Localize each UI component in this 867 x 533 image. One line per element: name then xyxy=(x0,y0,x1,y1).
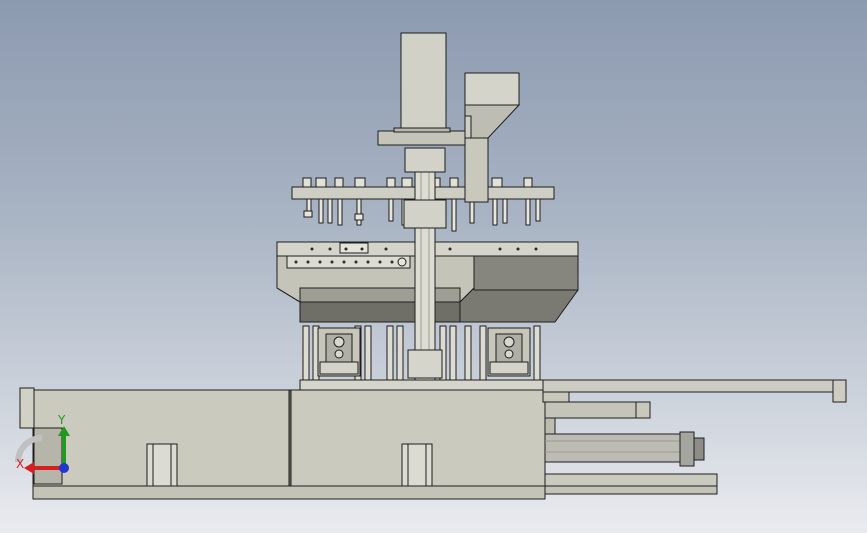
coordinate-triad xyxy=(12,412,82,482)
base-frame[interactable] xyxy=(19,379,546,500)
cad-viewport[interactable]: X Y xyxy=(0,0,867,533)
air-cylinder[interactable] xyxy=(544,431,705,467)
triad-axes-icon xyxy=(15,426,70,474)
servo-motor[interactable] xyxy=(377,32,468,146)
y-axis-label: Y xyxy=(58,413,66,427)
assembly-model[interactable] xyxy=(0,0,867,533)
x-axis-label: X xyxy=(16,457,25,471)
